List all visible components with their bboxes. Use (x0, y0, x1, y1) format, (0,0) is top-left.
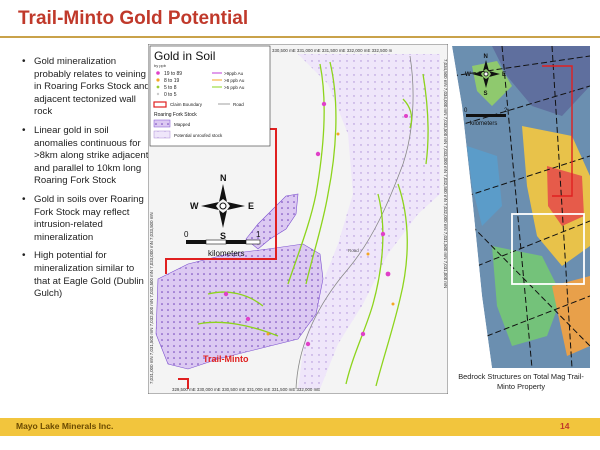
legend-mapped: Mapped (174, 122, 191, 127)
south-label: S (484, 91, 488, 97)
legend-units: by ppb (154, 63, 167, 68)
legend-road: Road (233, 102, 244, 107)
page-number: 14 (560, 421, 570, 431)
north-label: N (220, 173, 227, 183)
legend-class: 5 to 8 (164, 85, 177, 91)
legend-contour: >9ppb Au (224, 71, 244, 76)
left-coordinates: 7,031,000 mN 7,031,500 mN 7,032,000 mN 7… (149, 212, 154, 384)
legend-potential: Potential unroofed stock (174, 133, 223, 138)
legend-title: Gold in Soil (154, 49, 215, 63)
gold-in-soil-map: Gold in Soil by ppb 19 to 89 8 to 19 5 t… (148, 44, 448, 394)
west-label: W (465, 72, 471, 78)
side-map-caption: Bedrock Structures on Total Mag Trail-Mi… (458, 372, 584, 391)
legend-class: 0 to 5 (164, 92, 177, 98)
bullet-item: Linear gold in soil anomalies continuous… (22, 125, 152, 188)
title-divider (0, 36, 600, 38)
scale-unit: kilometers (470, 121, 497, 127)
legend-class: 19 to 89 (164, 71, 182, 77)
road-label: Road (348, 248, 359, 253)
legend-claim: Claim Boundary (170, 102, 203, 107)
scale-end: 1 (256, 230, 261, 239)
legend-stock-heading: Roaring Fork Stock (154, 112, 197, 118)
bullet-list: Gold mineralization probably relates to … (22, 56, 152, 307)
bullet-item: Gold in soils over Roaring Fork Stock ma… (22, 194, 152, 244)
legend-contour: >8 ppb Au (224, 78, 245, 83)
total-mag-map: N S W E 0 2 kilometers (452, 46, 590, 368)
map-legend: Gold in Soil by ppb 19 to 89 8 to 19 5 t… (149, 45, 271, 147)
right-coordinates: 7,034,500 mN 7,034,000 mN 7,033,500 mN 7… (443, 59, 448, 288)
scale-start: 0 (184, 230, 189, 239)
scale-unit: kilometers (208, 249, 244, 258)
south-label: S (220, 231, 226, 241)
north-label: N (484, 54, 488, 60)
trail-minto-label: Trail-Minto (203, 354, 249, 364)
bottom-coordinates: 329,500 mE 330,000 mE 330,500 mE 331,000… (172, 387, 320, 392)
legend-class: 8 to 19 (164, 78, 180, 84)
west-label: W (190, 201, 199, 211)
top-coordinates: 330,500 mE 331,000 mE 331,500 mE 332,000… (272, 48, 393, 53)
bullet-item: High potential for mineralization simila… (22, 250, 152, 300)
slide-title: Trail-Minto Gold Potential (18, 8, 249, 29)
legend-contour: >5 ppb Au (224, 85, 245, 90)
east-label: E (502, 72, 506, 78)
footer-company: Mayo Lake Minerals Inc. (16, 421, 114, 431)
bullet-item: Gold mineralization probably relates to … (22, 56, 152, 119)
east-label: E (248, 201, 254, 211)
